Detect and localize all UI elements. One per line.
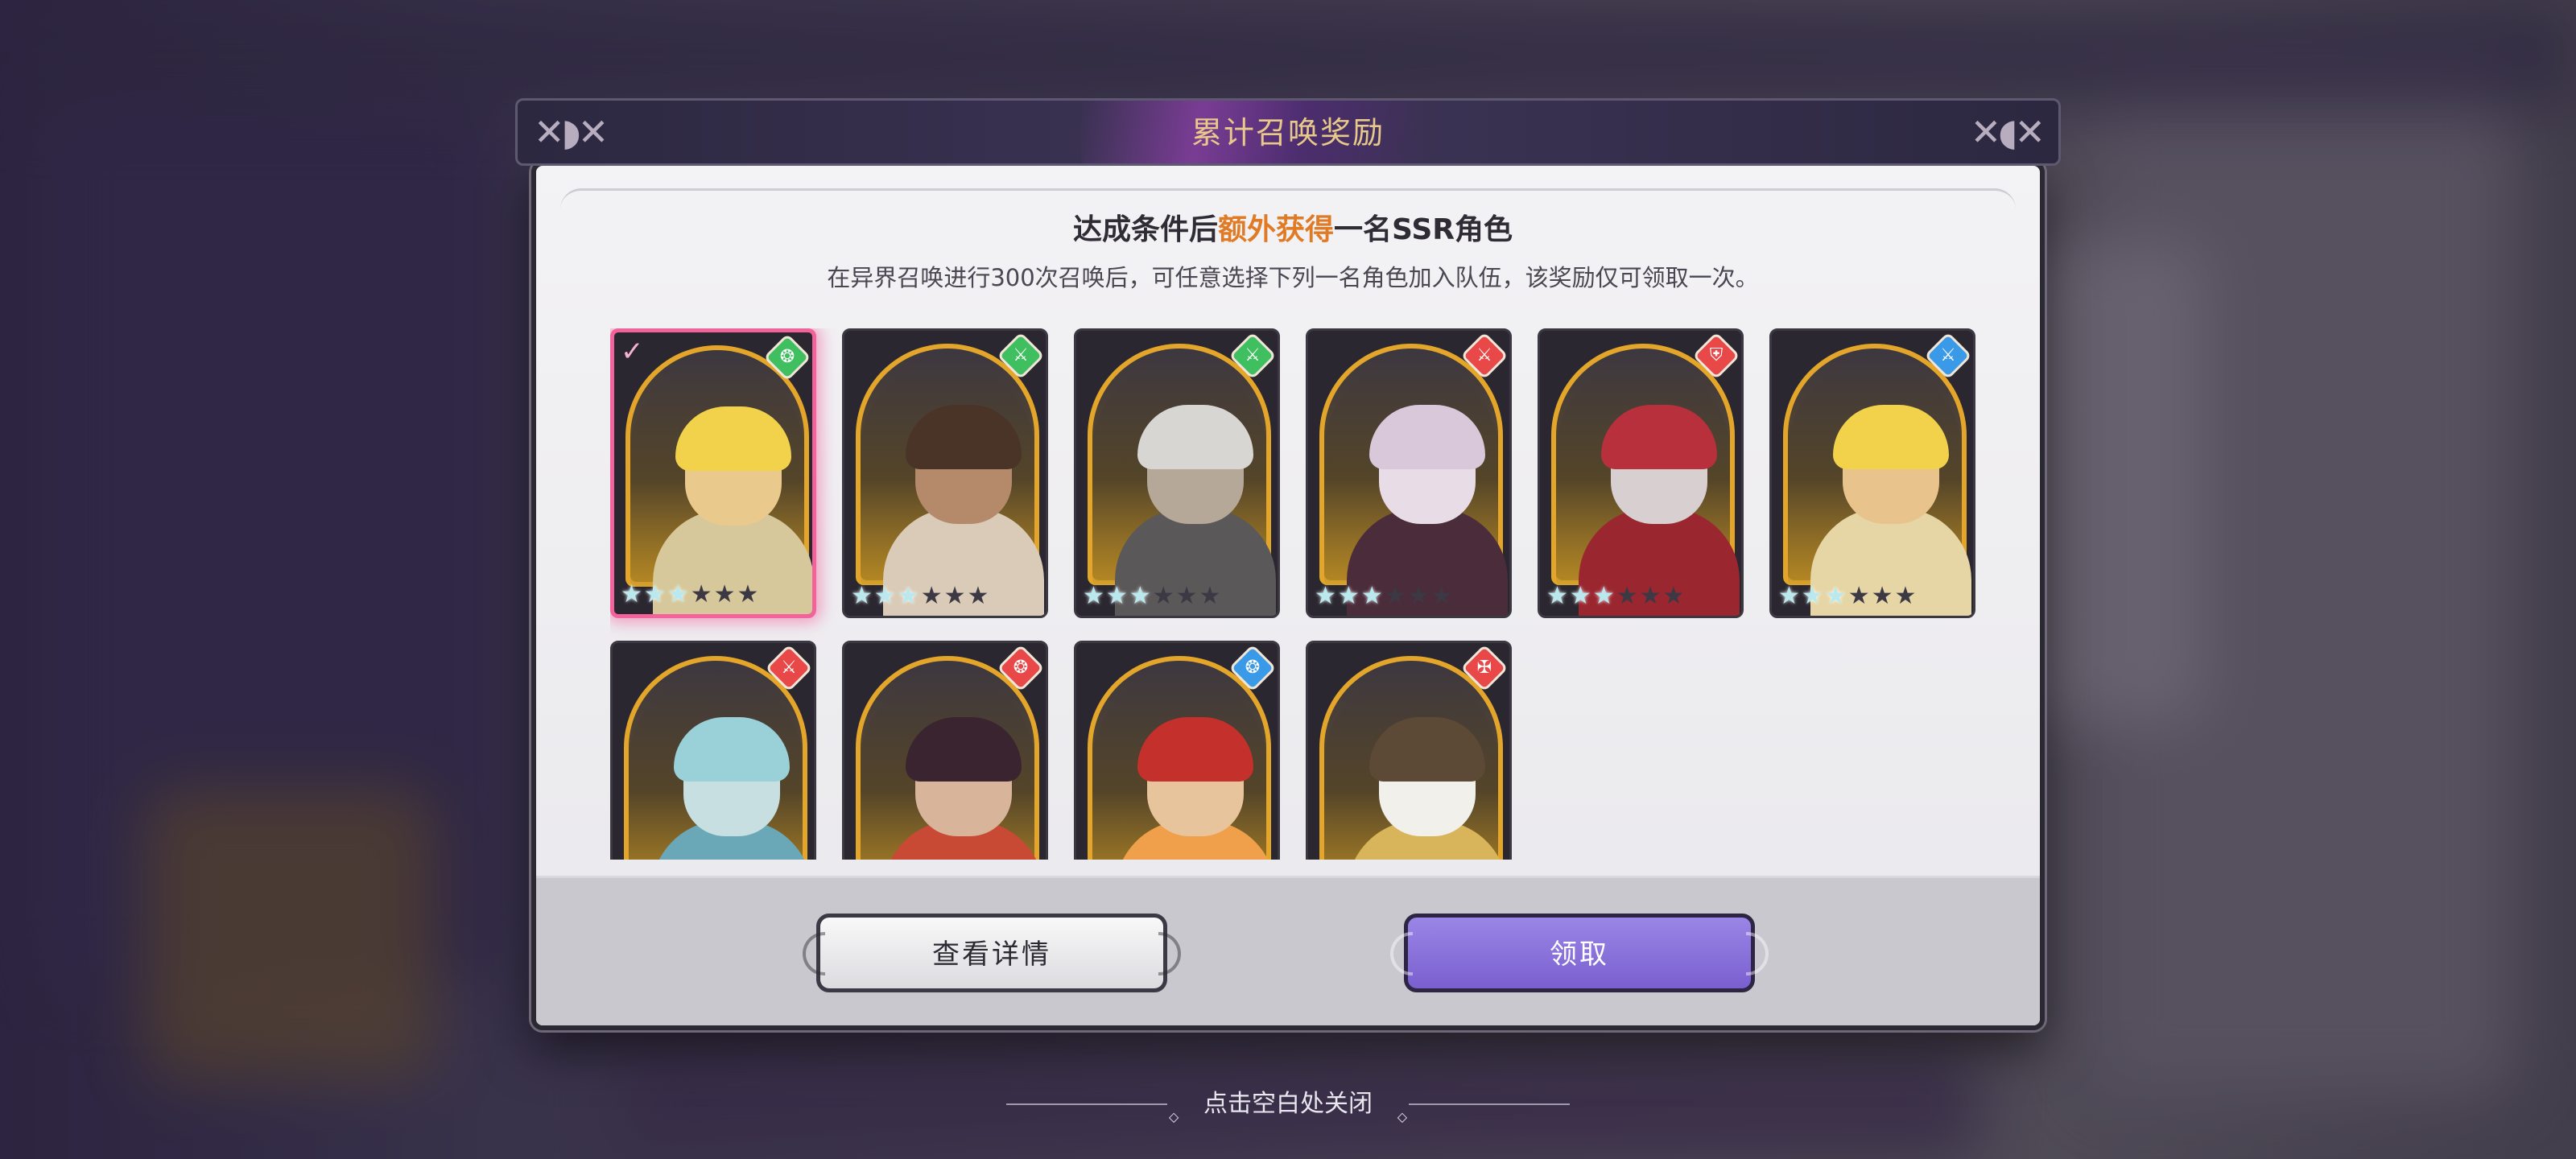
character-card[interactable]: ⚔★★★★★★ (1074, 328, 1280, 618)
portrait-hair (1137, 717, 1253, 782)
star-rating: ★★★★★★ (1315, 582, 1508, 611)
portrait-hair (906, 405, 1022, 469)
portrait-hair (906, 717, 1022, 782)
character-card[interactable]: ⚔★★★★★★ (842, 328, 1048, 618)
character-card[interactable]: ❂★★★★★★ (842, 641, 1048, 860)
character-portrait (1324, 363, 1508, 616)
star-filled-icon: ★ (851, 582, 874, 610)
star-empty-icon: ★ (1871, 582, 1895, 610)
star-empty-icon: ★ (1847, 582, 1872, 610)
character-card[interactable]: ⛨ ★★★★★★ (1538, 328, 1744, 618)
dialog-description: 在异界召唤进行300次召唤后，可任意选择下列一名角色加入队伍，该奖励仅可领取一次… (827, 264, 1759, 291)
star-filled-icon: ★ (1592, 582, 1616, 610)
star-rating: ★★★★★★ (851, 582, 1044, 611)
hint-line-left (1006, 1103, 1167, 1105)
portrait-hair (674, 717, 790, 782)
star-filled-icon: ★ (1083, 582, 1106, 610)
character-card[interactable]: ❂★★★★★★ (1074, 641, 1280, 860)
close-hint-text: 点击空白处关闭 (1203, 1090, 1373, 1118)
star-empty-icon: ★ (1616, 582, 1640, 610)
character-card[interactable]: ⚔★★★★★★ (1769, 328, 1975, 618)
star-filled-icon: ★ (1129, 582, 1153, 610)
star-empty-icon: ★ (1894, 582, 1918, 610)
headline-suffix: 一名SSR角色 (1334, 213, 1513, 246)
star-empty-icon: ★ (1384, 582, 1408, 610)
star-rating: ★★★★★★ (1778, 582, 1971, 611)
star-empty-icon: ★ (920, 582, 944, 610)
star-filled-icon: ★ (1824, 582, 1848, 610)
hint-diamond-left-icon: ◇ (1169, 1109, 1179, 1124)
character-portrait (1788, 363, 1971, 616)
character-portrait (1324, 675, 1508, 860)
button-cap-left (1390, 932, 1413, 975)
star-empty-icon: ★ (943, 582, 968, 610)
character-card[interactable]: ❂ ✓ ★★★★★★ (610, 328, 816, 618)
reward-dialog: 达成条件后额外获得一名SSR角色 在异界召唤进行300次召唤后，可任意选择下列一… (531, 161, 2045, 1030)
hint-diamond-right-icon: ◇ (1397, 1109, 1407, 1124)
button-cap-right (1158, 932, 1181, 975)
star-rating: ★★★★★★ (621, 580, 812, 609)
star-filled-icon: ★ (897, 582, 921, 610)
dialog-headline: 达成条件后额外获得一名SSR角色 (536, 206, 2040, 248)
portrait-hair (1601, 405, 1717, 469)
character-portrait (629, 675, 812, 860)
dialog-title: 累计召唤奖励 (1191, 115, 1385, 151)
star-empty-icon: ★ (737, 580, 761, 608)
character-portrait (1556, 363, 1740, 616)
close-hint-area[interactable]: ◇ 点击空白处关闭 ◇ (886, 1085, 1690, 1124)
portrait-hair (1833, 405, 1949, 469)
star-rating: ★★★★★★ (1083, 582, 1276, 611)
character-card[interactable]: ⚔★★★★★★ (1306, 328, 1512, 618)
character-portrait (1092, 363, 1276, 616)
headline-highlight: 额外获得 (1218, 213, 1335, 246)
star-empty-icon: ★ (967, 582, 991, 610)
star-empty-icon: ★ (1407, 582, 1431, 610)
portrait-hair (675, 406, 791, 471)
portrait-hair (1369, 405, 1485, 469)
portrait-hair (1137, 405, 1253, 469)
star-filled-icon: ★ (1337, 582, 1361, 610)
character-portrait (1092, 675, 1276, 860)
star-rating: ★★★★★★ (1546, 582, 1740, 611)
star-filled-icon: ★ (1778, 582, 1802, 610)
star-filled-icon: ★ (1360, 582, 1385, 610)
star-empty-icon: ★ (1199, 582, 1223, 610)
dialog-title-bar: ✕◗✕ ✕◖✕ 累计召唤奖励 (515, 98, 2061, 166)
star-filled-icon: ★ (621, 580, 644, 608)
portrait-hair (1369, 717, 1485, 782)
selected-check-icon: ✓ (621, 336, 644, 368)
star-filled-icon: ★ (643, 580, 667, 608)
claim-label: 领取 (1550, 938, 1609, 971)
star-empty-icon: ★ (1175, 582, 1199, 610)
view-details-label: 查看详情 (932, 938, 1051, 971)
view-details-button[interactable]: 查看详情 (803, 914, 1181, 992)
button-cap-right (1746, 932, 1769, 975)
star-filled-icon: ★ (1569, 582, 1593, 610)
star-filled-icon: ★ (1315, 582, 1338, 610)
star-empty-icon: ★ (1430, 582, 1455, 610)
character-card[interactable]: ✠★★★★★★ (1306, 641, 1512, 860)
character-portrait (630, 365, 812, 614)
character-card[interactable]: ⚔★★★★★★ (610, 641, 816, 860)
headline-prefix: 达成条件后 (1073, 213, 1219, 246)
star-empty-icon: ★ (1662, 582, 1686, 610)
star-empty-icon: ★ (690, 580, 714, 608)
hint-line-right (1409, 1103, 1570, 1105)
character-grid: ❂ ✓ ★★★★★★ ⚔ ★★★★★★ ⚔ ★★★★★★ ⚔ ★★★★★★ ⛨ ★★★★★★ ⚔ ★★★… (610, 328, 1995, 860)
star-filled-icon: ★ (667, 580, 691, 608)
star-empty-icon: ★ (1152, 582, 1176, 610)
character-portrait (861, 675, 1044, 860)
button-cap-left (803, 932, 825, 975)
star-filled-icon: ★ (1546, 582, 1570, 610)
star-empty-icon: ★ (1639, 582, 1663, 610)
star-filled-icon: ★ (873, 582, 898, 610)
character-portrait (861, 363, 1044, 616)
star-filled-icon: ★ (1801, 582, 1825, 610)
claim-button[interactable]: 领取 (1390, 914, 1769, 992)
star-filled-icon: ★ (1105, 582, 1129, 610)
star-empty-icon: ★ (713, 580, 737, 608)
dialog-footer: 查看详情 领取 (536, 876, 2040, 1025)
